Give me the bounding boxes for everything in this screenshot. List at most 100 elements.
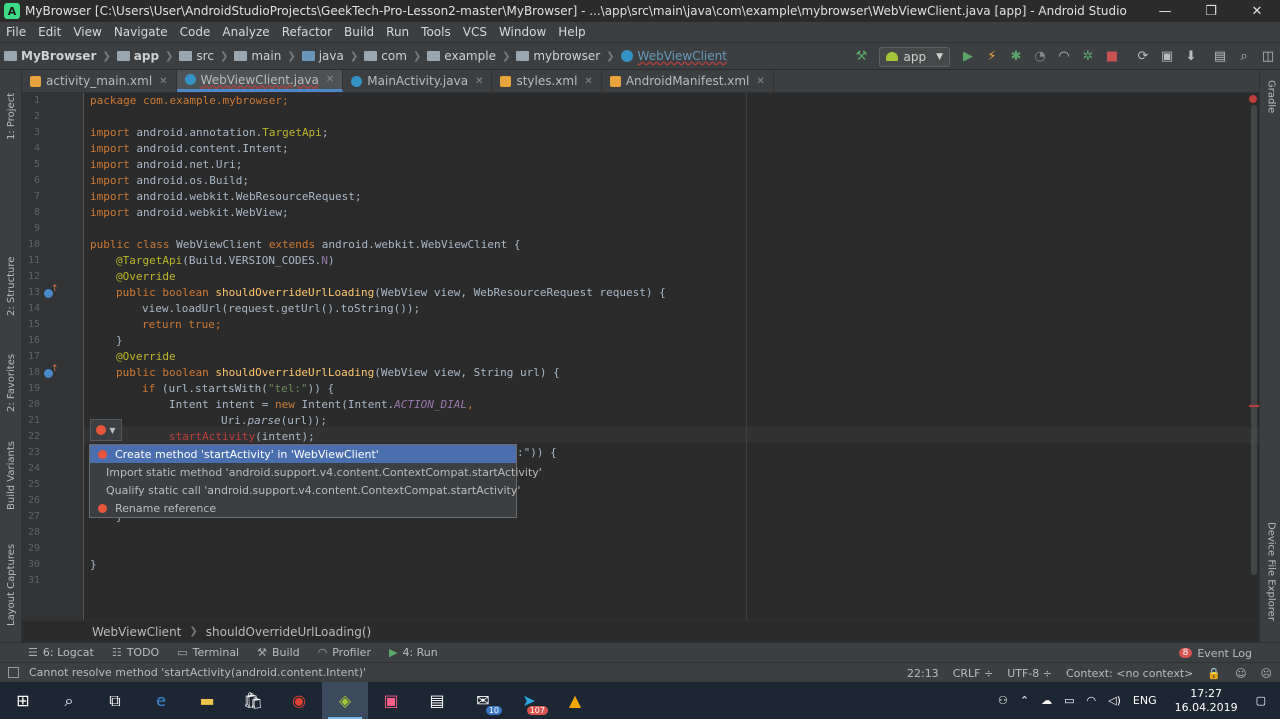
caret-position[interactable]: 22:13	[907, 667, 939, 680]
close-button[interactable]: ✕	[1234, 0, 1280, 22]
nav-crumb-webviewclient[interactable]: WebViewClient	[617, 49, 727, 63]
chrome-icon[interactable]: ◉	[276, 682, 322, 719]
menu-window[interactable]: Window	[493, 25, 552, 39]
android-studio-icon[interactable]: ◈	[322, 682, 368, 719]
run-config-select[interactable]: app ▼	[879, 46, 950, 67]
code-editor[interactable]: 1 2 3 4 5 6 7 8 9 10 11 12 13 14 15 16 17 18 19 20 21 22 23 24 2…	[22, 93, 1259, 620]
avd-manager-icon[interactable]: ▣	[1156, 46, 1178, 68]
maximize-button[interactable]: ❐	[1188, 0, 1234, 22]
tab-device-file-explorer[interactable]: Device File Explorer	[1260, 522, 1280, 632]
explorer-icon[interactable]: ▬	[184, 682, 230, 719]
nav-crumb-example[interactable]: example ❯	[423, 49, 510, 63]
menu-file[interactable]: File	[0, 25, 32, 39]
menu-code[interactable]: Code	[174, 25, 217, 39]
lock-icon[interactable]: 🔒	[1207, 667, 1221, 680]
windows-start-icon[interactable]: ⊞	[0, 682, 46, 719]
nav-crumb-app[interactable]: app ❯	[113, 49, 173, 63]
attach-icon[interactable]: ✲	[1077, 46, 1099, 68]
line-separator[interactable]: CRLF ÷	[953, 667, 994, 680]
menu-navigate[interactable]: Navigate	[108, 25, 174, 39]
clock[interactable]: 17:27 16.04.2019	[1175, 687, 1238, 715]
tool-window-toggle-icon[interactable]	[8, 667, 19, 678]
wifi-icon[interactable]: ◠	[1087, 694, 1097, 707]
apply-changes-icon[interactable]: ⚡	[981, 46, 1003, 68]
menu-edit[interactable]: Edit	[32, 25, 67, 39]
search-icon[interactable]: ⌕	[1233, 46, 1255, 68]
nav-crumb-mybrowser[interactable]: mybrowser ❯	[512, 49, 615, 63]
intention-qualify-static[interactable]: Qualify static call 'android.support.v4.…	[90, 481, 520, 499]
project-structure-icon[interactable]: ▤	[1209, 46, 1231, 68]
language-indicator[interactable]: ENG	[1133, 694, 1157, 707]
tab-styles-xml[interactable]: styles.xml ✕	[492, 70, 602, 92]
people-icon[interactable]: ⚇	[998, 694, 1008, 707]
close-icon[interactable]: ✕	[475, 76, 483, 87]
notification-icon[interactable]: ▢	[1256, 694, 1266, 707]
search-icon[interactable]: ⌕	[46, 682, 92, 719]
tool-todo[interactable]: ☷ TODO	[112, 646, 159, 659]
tool-run[interactable]: ▶ 4: Run	[389, 646, 438, 659]
tool-terminal[interactable]: ▭ Terminal	[177, 646, 239, 659]
nav-crumb-com[interactable]: com ❯	[360, 49, 421, 63]
nav-crumb-src[interactable]: src ❯	[175, 49, 228, 63]
chevron-up-icon[interactable]: ⌃	[1020, 694, 1029, 707]
menu-view[interactable]: View	[67, 25, 107, 39]
hammer-icon[interactable]: ⚒	[850, 46, 872, 68]
tab-gradle[interactable]: Gradle	[1260, 80, 1280, 130]
cloud-icon[interactable]: ☁	[1041, 694, 1052, 707]
close-icon[interactable]: ✕	[159, 76, 167, 87]
tab-favorites[interactable]: 2: Favorites	[0, 338, 22, 412]
event-log-button[interactable]: 8 Event Log	[1178, 643, 1252, 663]
attach-debugger-icon[interactable]: ◔	[1029, 46, 1051, 68]
code-content[interactable]: package com.example.mybrowser; import an…	[90, 93, 1250, 620]
tab-webviewclient-java[interactable]: WebViewClient.java ✕	[176, 70, 344, 92]
tab-activity-main-xml[interactable]: activity_main.xml ✕	[22, 70, 177, 92]
profile-icon[interactable]: ◠	[1053, 46, 1075, 68]
breadcrumb-method[interactable]: shouldOverrideUrlLoading()	[206, 625, 371, 639]
tab-project[interactable]: 1: Project	[0, 80, 22, 140]
stop-icon[interactable]: ■	[1101, 46, 1123, 68]
intention-bulb-button[interactable]: ▼	[90, 419, 122, 441]
intellij-icon[interactable]: ▣	[368, 682, 414, 719]
task-view-icon[interactable]: ⧉	[92, 682, 138, 719]
menu-vcs[interactable]: VCS	[457, 25, 493, 39]
menu-run[interactable]: Run	[380, 25, 415, 39]
sync-gradle-icon[interactable]: ⟳	[1132, 46, 1154, 68]
tab-androidmanifest-xml[interactable]: AndroidManifest.xml ✕	[602, 70, 774, 92]
menu-help[interactable]: Help	[552, 25, 591, 39]
store-icon[interactable]: 🛍	[230, 682, 276, 719]
tab-build-variants[interactable]: Build Variants	[0, 430, 22, 510]
file-encoding[interactable]: UTF-8 ÷	[1007, 667, 1052, 680]
menu-refactor[interactable]: Refactor	[276, 25, 338, 39]
menu-tools[interactable]: Tools	[415, 25, 457, 39]
nav-crumb-project[interactable]: MyBrowser ❯	[0, 49, 111, 63]
error-stripe-icon[interactable]	[1249, 95, 1257, 103]
intention-create-method[interactable]: Create method 'startActivity' in 'WebVie…	[90, 445, 516, 463]
tool-build[interactable]: ⚒ Build	[257, 646, 300, 659]
close-icon[interactable]: ✕	[756, 76, 764, 87]
error-marker[interactable]	[1249, 405, 1259, 407]
close-icon[interactable]: ✕	[584, 76, 592, 87]
menu-build[interactable]: Build	[338, 25, 380, 39]
telegram-icon[interactable]: ➤ 107	[506, 682, 552, 719]
tool-logcat[interactable]: ☰ 6: Logcat	[28, 646, 94, 659]
avast-icon[interactable]: ▲	[552, 682, 598, 719]
vertical-scrollbar[interactable]	[1251, 105, 1257, 575]
context-indicator[interactable]: Context: <no context>	[1066, 667, 1193, 680]
tool-profiler[interactable]: ◠ Profiler	[318, 646, 371, 659]
app-icon[interactable]: ▤	[414, 682, 460, 719]
minimize-button[interactable]: —	[1142, 0, 1188, 22]
edge-icon[interactable]: e	[138, 682, 184, 719]
volume-icon[interactable]: ◁)	[1108, 694, 1121, 707]
tab-structure[interactable]: 2: Structure	[0, 248, 22, 316]
run-icon[interactable]: ▶	[957, 46, 979, 68]
breadcrumb-class[interactable]: WebViewClient	[92, 625, 181, 639]
nav-crumb-main[interactable]: main ❯	[230, 49, 296, 63]
intention-rename-reference[interactable]: Rename reference	[90, 499, 516, 517]
tab-mainactivity-java[interactable]: MainActivity.java ✕	[343, 70, 493, 92]
close-icon[interactable]: ✕	[326, 74, 334, 85]
menu-analyze[interactable]: Analyze	[216, 25, 275, 39]
mail-icon[interactable]: ✉ 10	[460, 682, 506, 719]
layout-inspector-icon[interactable]: ◫	[1257, 46, 1279, 68]
nav-crumb-java[interactable]: java ❯	[298, 49, 358, 63]
battery-icon[interactable]: ▭	[1064, 694, 1074, 707]
